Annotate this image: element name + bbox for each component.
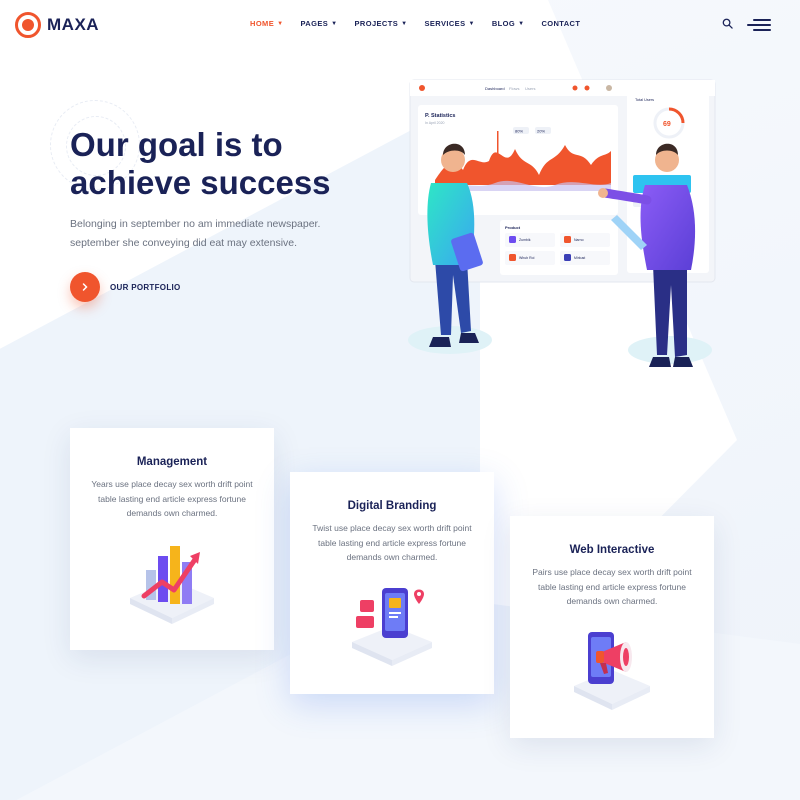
gauge-value: 69 [663, 121, 671, 128]
hero-title: Our goal is to achieve success [70, 126, 390, 202]
product-name: Narno [574, 238, 584, 242]
chevron-down-icon: ▼ [277, 20, 284, 27]
service-card-digital-branding[interactable]: Digital Branding Twist use place decay s… [290, 472, 494, 694]
dashboard-tab: Dashboard [485, 86, 505, 91]
nav-label: BLOG [491, 19, 516, 28]
nav-label: SERVICES [424, 19, 466, 28]
nav-item-contact[interactable]: CONTACT [541, 19, 580, 28]
card-description-line: table lasting end article express fortun… [318, 537, 466, 548]
hero-title-line: achieve success [70, 164, 331, 201]
megaphone-mobile-icon [574, 632, 650, 710]
nav-item-blog[interactable]: BLOG ▼ [492, 19, 525, 28]
logo-text: MAXA [47, 15, 100, 34]
nav-item-projects[interactable]: PROJECTS ▼ [355, 19, 408, 28]
chevron-down-icon: ▼ [518, 20, 525, 27]
logo[interactable]: MAXA [15, 12, 99, 38]
hero-description-line: Belonging in september no am immediate n… [70, 218, 321, 230]
gauge-label: Total Users [635, 98, 654, 102]
service-card-web-interactive[interactable]: Web Interactive Pairs use place decay se… [510, 516, 714, 738]
card-description-line: Twist use place decay sex worth drift po… [312, 523, 472, 533]
hero-title-line: Our goal is to [70, 126, 283, 163]
hero-description-line: september she conveying did eat may exte… [70, 237, 298, 249]
nav-label: CONTACT [541, 19, 581, 28]
dashboard-tab: Flows [509, 86, 519, 91]
stats-title: P. Statistics [425, 113, 455, 119]
chart-tag: 80% [515, 129, 523, 134]
card-description-line: table lasting end article express fortun… [538, 581, 686, 592]
product-name: Mirkust [574, 256, 585, 260]
chevron-down-icon: ▼ [401, 20, 408, 27]
card-title: Digital Branding [347, 500, 437, 512]
portfolio-button[interactable]: OUR PORTFOLIO [70, 272, 181, 302]
chart-tag: 20% [537, 129, 545, 134]
logo-mark-icon [15, 12, 41, 38]
card-description: Years use place decay sex worth drift po… [87, 477, 257, 521]
search-icon[interactable] [722, 18, 733, 29]
service-card-management[interactable]: Management Years use place decay sex wor… [70, 428, 274, 650]
product-label: Product [505, 225, 521, 230]
stats-subtitle: In April 2020 [425, 121, 445, 125]
hamburger-menu-icon[interactable] [747, 19, 771, 33]
site-header: MAXA HOME ▼ PAGES ▼ PROJECTS ▼ SERVICES … [0, 0, 800, 50]
card-title: Management [136, 456, 208, 468]
nav-item-services[interactable]: SERVICES ▼ [424, 19, 474, 28]
nav-label: PAGES [300, 19, 329, 28]
card-title: Web Interactive [569, 544, 655, 556]
chevron-down-icon: ▼ [331, 20, 338, 27]
portfolio-button-label: OUR PORTFOLIO [110, 282, 181, 292]
bar-chart-growth-icon [130, 546, 214, 624]
arrow-right-icon [70, 272, 100, 302]
main-nav: HOME ▼ PAGES ▼ PROJECTS ▼ SERVICES ▼ BLO… [250, 19, 580, 28]
product-name: Whub Roi [519, 256, 535, 260]
card-description-line: Years use place decay sex worth drift po… [91, 479, 253, 489]
nav-label: PROJECTS [354, 19, 399, 28]
product-name: Zumbik [519, 238, 531, 242]
nav-label: HOME [250, 19, 275, 28]
card-description-line: demands own charmed. [566, 596, 658, 606]
card-description: Pairs use place decay sex worth drift po… [527, 565, 697, 609]
chevron-down-icon: ▼ [468, 20, 475, 27]
card-description-line: demands own charmed. [126, 508, 218, 518]
card-description-line: table lasting end article express fortun… [98, 493, 246, 504]
hero-description: Belonging in september no am immediate n… [70, 215, 330, 253]
hero-illustration: Dashboard Flows Users P. Statistics In A… [408, 79, 716, 367]
card-description-line: Pairs use place decay sex worth drift po… [532, 567, 692, 577]
mobile-branding-icon [352, 588, 432, 666]
nav-item-pages[interactable]: PAGES ▼ [300, 19, 337, 28]
card-description: Twist use place decay sex worth drift po… [307, 521, 477, 565]
dashboard-tab: Users [525, 86, 535, 91]
card-description-line: demands own charmed. [346, 552, 438, 562]
nav-item-home[interactable]: HOME ▼ [250, 19, 283, 28]
